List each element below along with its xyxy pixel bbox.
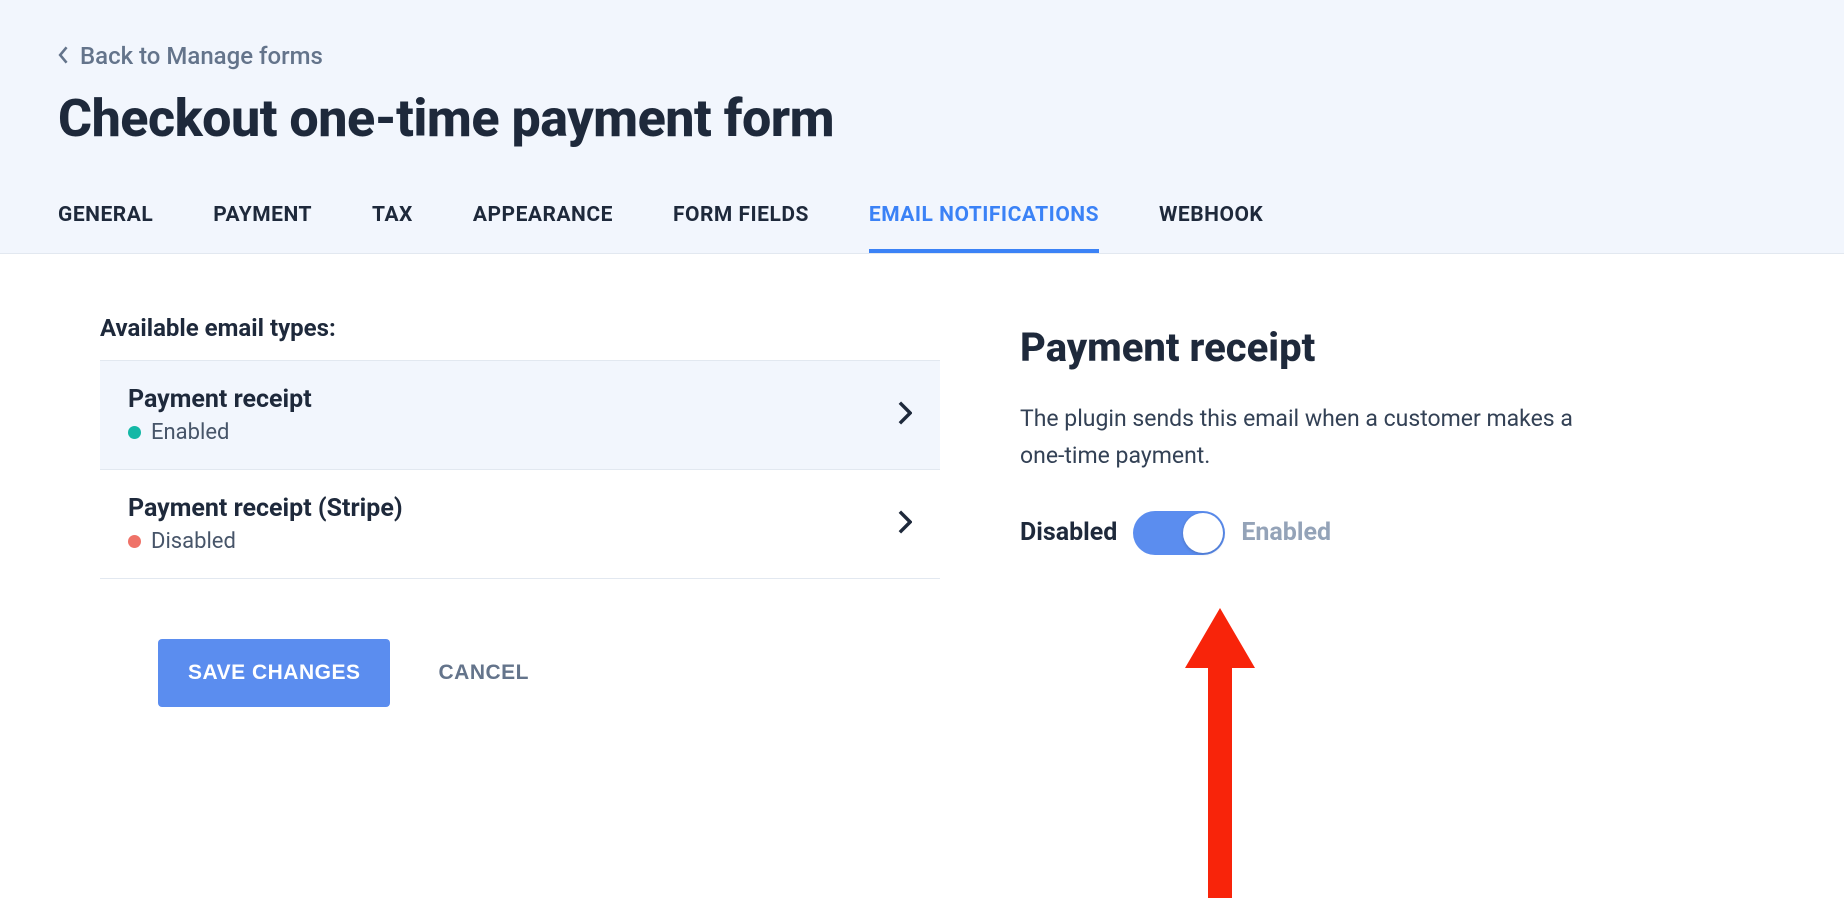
status-label: Disabled [151, 529, 236, 554]
status-label: Enabled [151, 420, 229, 445]
status-dot-icon [128, 426, 141, 439]
email-item-title: Payment receipt (Stripe) [128, 494, 403, 523]
chevron-left-icon [58, 42, 70, 70]
email-item-payment-receipt[interactable]: Payment receipt Enabled [100, 361, 940, 470]
chevron-right-icon [898, 510, 912, 538]
status-dot-icon [128, 535, 141, 548]
save-button[interactable]: SAVE CHANGES [158, 639, 390, 707]
cancel-button[interactable]: CANCEL [438, 661, 529, 685]
toggle-row: Disabled Enabled [1020, 511, 1786, 555]
email-item-status: Disabled [128, 529, 403, 554]
toggle-label-disabled: Disabled [1020, 518, 1117, 547]
back-link-label: Back to Manage forms [80, 42, 323, 70]
email-item-status: Enabled [128, 420, 312, 445]
tab-appearance[interactable]: APPEARANCE [473, 203, 613, 253]
tab-general[interactable]: GENERAL [58, 203, 153, 253]
tab-form-fields[interactable]: FORM FIELDS [673, 203, 809, 253]
email-item-title: Payment receipt [128, 385, 312, 414]
toggle-label-enabled: Enabled [1241, 518, 1331, 547]
tab-payment[interactable]: PAYMENT [213, 203, 312, 253]
tab-email-notifications[interactable]: EMAIL NOTIFICATIONS [869, 203, 1099, 253]
tabs: GENERAL PAYMENT TAX APPEARANCE FORM FIEL… [58, 203, 1786, 253]
back-link[interactable]: Back to Manage forms [58, 42, 323, 70]
tab-webhook[interactable]: WEBHOOK [1159, 203, 1263, 253]
detail-title: Payment receipt [1020, 324, 1786, 371]
chevron-right-icon [898, 401, 912, 429]
toggle-knob-icon [1183, 513, 1223, 553]
tab-tax[interactable]: TAX [372, 203, 413, 253]
email-type-list: Payment receipt Enabled Payment receipt … [100, 360, 940, 579]
detail-description: The plugin sends this email when a custo… [1020, 401, 1580, 475]
page-title: Checkout one-time payment form [58, 88, 1786, 149]
enable-toggle[interactable] [1133, 511, 1225, 555]
section-label: Available email types: [100, 314, 940, 342]
email-item-payment-receipt-stripe[interactable]: Payment receipt (Stripe) Disabled [100, 470, 940, 579]
